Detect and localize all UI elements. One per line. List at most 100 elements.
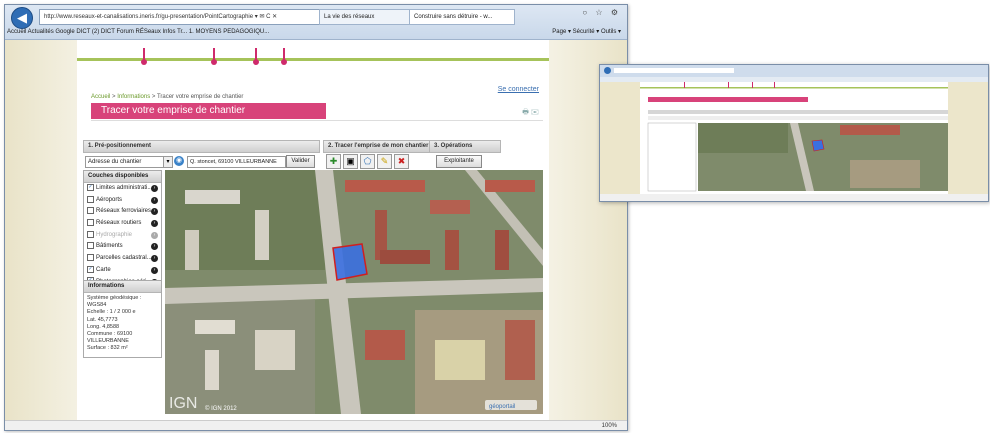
layer-label: Réseaux routiers — [96, 220, 142, 227]
menu-pin[interactable] — [141, 48, 147, 65]
aerial-map[interactable]: IGN © IGN 2012 géoportail — [165, 170, 543, 414]
map-building — [430, 200, 470, 214]
thumb-layers-panel — [647, 122, 697, 192]
thumb-map-block — [850, 160, 920, 188]
thumb-search-row — [648, 116, 948, 120]
layer-row[interactable]: Bâtiments › — [84, 241, 161, 253]
layer-options-icon[interactable]: › — [151, 208, 158, 216]
map-building — [345, 180, 425, 192]
layer-checkbox[interactable] — [87, 195, 94, 203]
layer-options-icon[interactable]: › — [151, 220, 158, 228]
select-tool-icon[interactable]: ▣ — [343, 154, 358, 169]
map-building — [205, 350, 219, 390]
command-bar[interactable]: Page ▾ Sécurité ▾ Outils ▾ — [552, 26, 621, 38]
layer-label: Réseaux ferroviaires — [96, 208, 152, 215]
map-svg[interactable]: IGN © IGN 2012 géoportail — [165, 170, 543, 414]
layer-checkbox[interactable] — [87, 230, 94, 238]
layer-checkbox[interactable]: ✓ — [87, 183, 94, 191]
layer-checkbox[interactable] — [87, 207, 94, 215]
info-line: Surface : 832 m² — [87, 345, 128, 352]
chevron-down-icon[interactable]: ▾ — [163, 156, 173, 168]
browser-chrome: ◀ http://www.reseaux-et-canalisations.in… — [5, 5, 627, 40]
validate-button[interactable]: Valider — [286, 155, 315, 168]
thumb-back-icon — [604, 67, 611, 74]
menu-pin[interactable] — [211, 48, 217, 65]
connect-link[interactable]: Se connecter — [498, 86, 539, 93]
breadcrumb-current: Tracer votre emprise de chantier — [156, 94, 244, 100]
layer-options-icon[interactable]: › — [151, 231, 158, 239]
layer-row[interactable]: Hydrographie › — [84, 230, 161, 242]
tab-construire-sans-detruire[interactable]: Construire sans détruire - w... — [409, 9, 515, 25]
thumbnail-svg — [600, 65, 988, 201]
layer-row[interactable]: Parcelles cadastral... › — [84, 253, 161, 265]
layer-checkbox[interactable] — [87, 242, 94, 250]
exploit-button[interactable]: Exploitante — [436, 155, 482, 168]
section-draw: 2. Tracer l'emprise de mon chantier — [323, 140, 430, 153]
polygon-tool-icon[interactable]: ⬠ — [360, 154, 375, 169]
worksite-polygon[interactable] — [332, 243, 368, 281]
thumb-title-bar — [648, 97, 808, 102]
map-building — [255, 330, 295, 370]
edit-tool-icon[interactable]: ✎ — [377, 154, 392, 169]
tab-la-vie-des-reseaux[interactable]: La vie des réseaux — [319, 9, 410, 25]
layer-label: Hydrographie — [96, 231, 133, 238]
map-building — [380, 250, 430, 264]
share-icons[interactable]: 🖶 ✉ — [522, 108, 539, 119]
favorites-bar[interactable]: Accueil Actualités Google DICT (2) DICT … — [7, 26, 447, 38]
layer-options-icon[interactable]: › — [151, 266, 158, 274]
menu-pin[interactable] — [253, 48, 259, 65]
layer-checkbox[interactable] — [87, 254, 94, 262]
address-controls[interactable]: ▾ ✉ C ✕ — [255, 14, 277, 20]
thumb-address-bar — [614, 68, 734, 73]
geoportail-badge[interactable]: géoportail — [489, 404, 515, 410]
globe-icon[interactable]: ◉ — [174, 156, 184, 166]
address-search-input[interactable]: Q. stoncet, 69100 VILLEURBANNE — [187, 156, 286, 168]
search-type-select[interactable]: Adresse du chantier — [85, 156, 172, 168]
layer-row[interactable]: Aéroports › — [84, 195, 161, 207]
share-icon[interactable]: ✉ — [531, 109, 539, 116]
layers-panel-title: Couches disponibles — [84, 171, 161, 183]
thumb-status-bar — [600, 194, 988, 201]
header-green-bar — [77, 58, 549, 61]
layer-options-icon[interactable]: › — [151, 243, 158, 251]
navigate-tool-icon[interactable]: ✚ — [326, 154, 341, 169]
map-building — [255, 210, 269, 260]
layer-label: Parcelles cadastral... — [96, 255, 152, 262]
address-bar[interactable]: http://www.reseaux-et-canalisations.iner… — [39, 9, 320, 25]
thumb-pin — [684, 82, 685, 88]
thumb-map-park — [698, 123, 788, 153]
layer-checkbox[interactable]: ✓ — [87, 265, 94, 273]
info-line: Long. 4,8588 — [87, 323, 120, 330]
address-url: http://www.reseaux-et-canalisations.iner… — [44, 14, 254, 20]
delete-tool-icon[interactable]: ✖ — [394, 154, 409, 169]
print-icon[interactable]: 🖶 — [522, 109, 529, 116]
layer-label: Carte — [96, 266, 111, 273]
window-controls[interactable]: ○ ☆ ⚙ — [582, 8, 621, 17]
layer-options-icon[interactable]: › — [151, 196, 158, 204]
zoom-level[interactable]: 100% — [602, 421, 617, 430]
info-line: Système géodésique : WGS84 — [87, 295, 142, 309]
layer-row[interactable]: ✓ Carte › — [84, 265, 161, 277]
map-copyright: © IGN 2012 — [205, 405, 237, 412]
info-line: Echelle : 1 / 2 000 e — [87, 309, 136, 316]
menu-pin[interactable] — [281, 48, 287, 65]
layer-row[interactable]: Réseaux ferroviaires › — [84, 206, 161, 218]
thumb-margin-right — [948, 82, 988, 194]
layer-options-icon[interactable]: › — [151, 185, 158, 192]
map-building — [195, 320, 235, 334]
info-line: Commune : 69100 — [87, 331, 133, 338]
thumb-section-bar — [648, 110, 948, 114]
thumb-pin — [752, 82, 753, 88]
layer-label: Aéroports — [96, 196, 123, 203]
breadcrumb-info[interactable]: Informations — [117, 94, 150, 100]
layer-row[interactable]: ✓ Limites administrati... › — [84, 183, 161, 195]
status-bar: 100% — [5, 420, 627, 430]
layer-row[interactable]: Réseaux routiers › — [84, 218, 161, 230]
thumb-pin — [774, 82, 775, 88]
breadcrumb-home[interactable]: Accueil — [91, 94, 110, 100]
layer-options-icon[interactable]: › — [151, 255, 158, 263]
ign-watermark: IGN — [169, 395, 197, 412]
title-divider — [91, 120, 543, 121]
info-panel: Informations Système géodésique : WGS84 E… — [83, 280, 162, 358]
layer-checkbox[interactable] — [87, 218, 94, 226]
